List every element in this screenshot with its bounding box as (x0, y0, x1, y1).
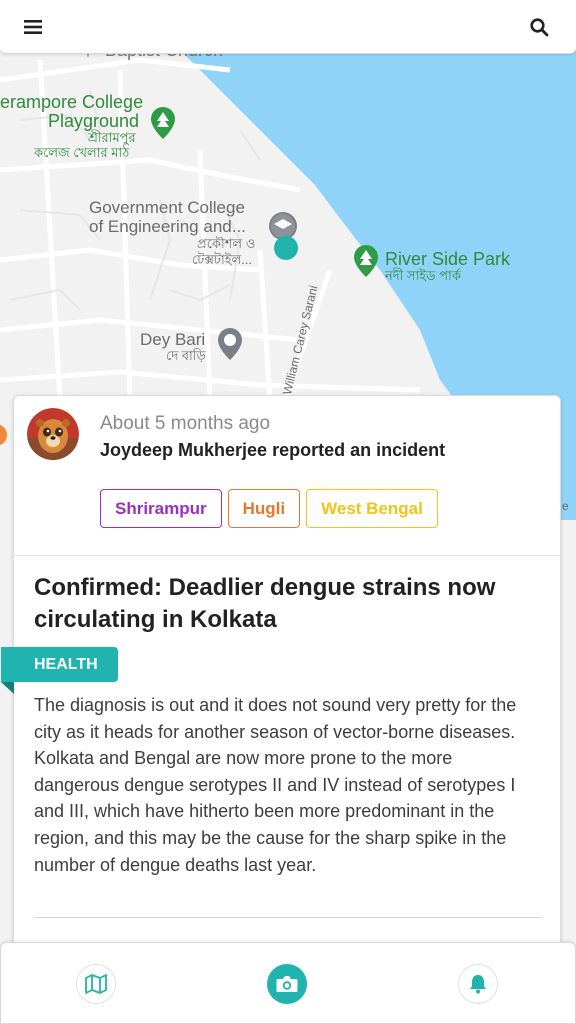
park-marker-icon (151, 107, 175, 139)
poi-deybari-bengali: দে বাড়ি (166, 348, 206, 363)
avatar[interactable] (27, 408, 79, 460)
meerkat-avatar-icon (27, 408, 79, 460)
category-ribbon-fold (1, 682, 14, 694)
tag-hugli[interactable]: Hugli (227, 489, 301, 528)
article-title[interactable]: Confirmed: Deadlier dengue strains now c… (34, 572, 534, 636)
menu-button[interactable] (16, 13, 50, 41)
camera-nav-button[interactable] (267, 964, 307, 1004)
poi-deybari-label[interactable]: Dey Bari (140, 330, 205, 350)
bottom-nav (0, 942, 576, 1024)
card-header: About 5 months ago Joydeep Mukherjee rep… (14, 396, 560, 556)
bell-icon (470, 975, 486, 994)
top-bar (0, 0, 576, 54)
poi-playground-label[interactable]: erampore College (0, 92, 143, 112)
hamburger-menu-icon (24, 20, 42, 34)
search-icon (529, 17, 548, 36)
poi-park-label[interactable]: River Side Park (385, 249, 510, 269)
poi-park-bengali: নদী সাইড পার্ক (385, 268, 461, 283)
map-edge-label: e (562, 499, 569, 513)
location-tags: Shrirampur Hugli West Bengal (100, 489, 438, 528)
search-button[interactable] (522, 13, 556, 41)
poi-playground-bengali-2: কলেজ খেলার মাঠ (34, 145, 130, 160)
incident-card[interactable]: About 5 months ago Joydeep Mukherjee rep… (1, 395, 561, 955)
notifications-nav-button[interactable] (458, 964, 498, 1004)
reporter-line: Joydeep Mukherjee reported an incident (100, 440, 446, 460)
poi-college-label-2[interactable]: of Engineering and... (89, 217, 246, 237)
tag-west-bengal[interactable]: West Bengal (306, 489, 438, 528)
map-icon (85, 974, 107, 994)
report-time: About 5 months ago (100, 413, 271, 434)
poi-college-label[interactable]: Government College (89, 198, 245, 218)
tag-shrirampur[interactable]: Shrirampur (100, 489, 222, 528)
divider (34, 917, 542, 918)
map-nav-button[interactable] (76, 964, 116, 1004)
camera-icon (276, 976, 298, 992)
poi-playground-label-2[interactable]: Playground (48, 111, 139, 131)
poi-college-bengali: প্রকৌশল ও (197, 236, 256, 251)
article-body: The diagnosis is out and it does not sou… (34, 695, 517, 875)
poi-playground-bengali: শ্রীরামপুর (88, 130, 136, 145)
category-badge: HEALTH (1, 647, 118, 682)
poi-college-bengali-2: টেক্সটাইল... (192, 252, 253, 267)
